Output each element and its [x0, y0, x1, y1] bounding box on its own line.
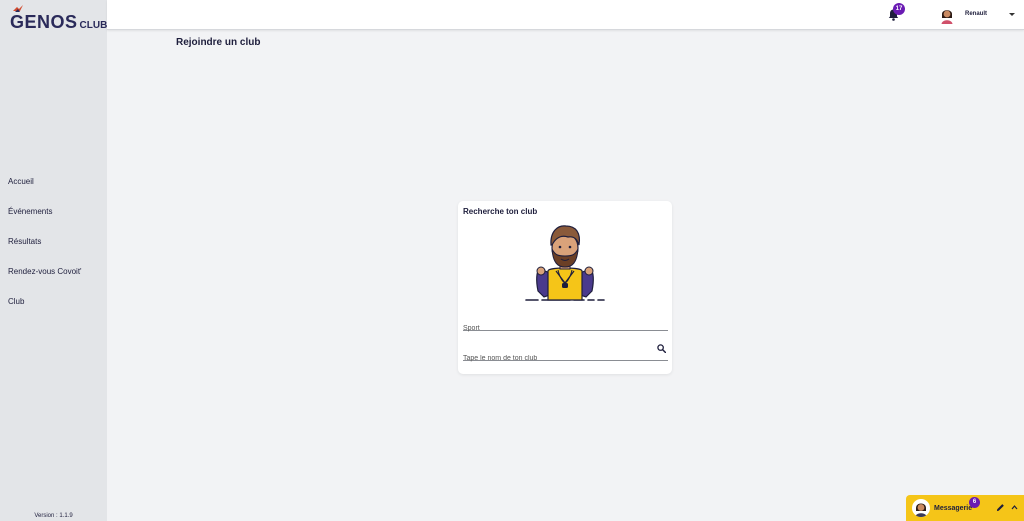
messaging-bar[interactable]: Messagerie 6 — [906, 495, 1024, 521]
sidebar-nav: Accueil Événements Résultats Rendez-vous… — [0, 170, 107, 320]
club-search-field[interactable] — [463, 344, 668, 362]
genos-clubs-logo[interactable]: GENOS CLUBS — [10, 5, 114, 32]
top-bar — [107, 0, 1024, 30]
messaging-label[interactable]: Messagerie — [934, 505, 972, 512]
sidebar-item-covoit[interactable]: Rendez-vous Covoit' — [0, 260, 107, 290]
caret-down-icon[interactable] — [1009, 13, 1015, 16]
app-version: Version : 1.1.9 — [34, 513, 73, 519]
messaging-avatar — [912, 499, 930, 517]
notification-badge: 17 — [893, 3, 905, 15]
pencil-icon[interactable] — [996, 503, 1005, 512]
chevron-up-icon[interactable] — [1011, 504, 1018, 510]
card-title: Recherche ton club — [463, 207, 538, 216]
sidebar: GENOS CLUBS Accueil Événements Résultats … — [0, 0, 114, 521]
sport-input[interactable] — [463, 325, 643, 332]
sport-field[interactable] — [463, 317, 668, 332]
sidebar-item-club[interactable]: Club — [0, 290, 107, 320]
page-title: Rejoindre un club — [176, 37, 261, 48]
search-icon[interactable] — [657, 344, 666, 353]
user-avatar[interactable] — [940, 7, 954, 24]
club-search-input[interactable] — [463, 355, 643, 362]
user-name[interactable]: Renault — [965, 11, 987, 17]
logo-text: GENOS — [10, 12, 78, 32]
messaging-unread-badge: 6 — [969, 497, 980, 508]
search-club-card: Recherche ton club — [458, 201, 672, 374]
sidebar-item-resultats[interactable]: Résultats — [0, 230, 107, 260]
coach-illustration — [525, 225, 605, 301]
sidebar-item-evenements[interactable]: Événements — [0, 200, 107, 230]
sidebar-item-accueil[interactable]: Accueil — [0, 170, 107, 200]
